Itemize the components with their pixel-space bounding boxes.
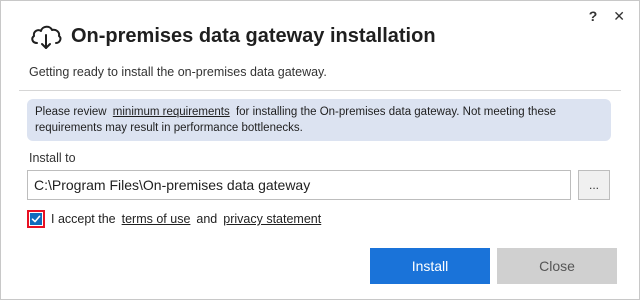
accept-text: I accept the xyxy=(51,212,116,226)
cloud-download-icon xyxy=(29,21,63,51)
close-button[interactable]: Close xyxy=(497,248,617,284)
accept-terms-checkbox[interactable] xyxy=(27,210,45,228)
install-path-input[interactable] xyxy=(27,170,571,200)
install-to-label: Install to xyxy=(29,151,76,165)
terms-of-use-link[interactable]: terms of use xyxy=(122,212,191,226)
browse-button[interactable]: ... xyxy=(578,170,610,200)
help-button[interactable]: ? xyxy=(589,7,598,25)
page-title: On-premises data gateway installation xyxy=(71,24,436,47)
minimum-requirements-link[interactable]: minimum requirements xyxy=(113,106,230,118)
install-button[interactable]: Install xyxy=(370,248,490,284)
checkmark-icon xyxy=(30,213,42,225)
header: On-premises data gateway installation xyxy=(29,21,436,51)
close-window-button[interactable]: ✕ xyxy=(613,7,625,25)
privacy-statement-link[interactable]: privacy statement xyxy=(223,212,321,226)
titlebar-controls: ? ✕ xyxy=(589,7,625,25)
notice-prefix: Please review xyxy=(35,106,107,118)
accept-and-text: and xyxy=(196,212,218,226)
divider xyxy=(19,90,621,91)
subtitle: Getting ready to install the on-premises… xyxy=(29,65,327,79)
requirements-notice: Please review minimum requirements for i… xyxy=(27,99,611,141)
accept-terms-row: I accept the terms of use and privacy st… xyxy=(27,210,321,228)
installer-window: ? ✕ On-premises data gateway installatio… xyxy=(0,0,640,300)
